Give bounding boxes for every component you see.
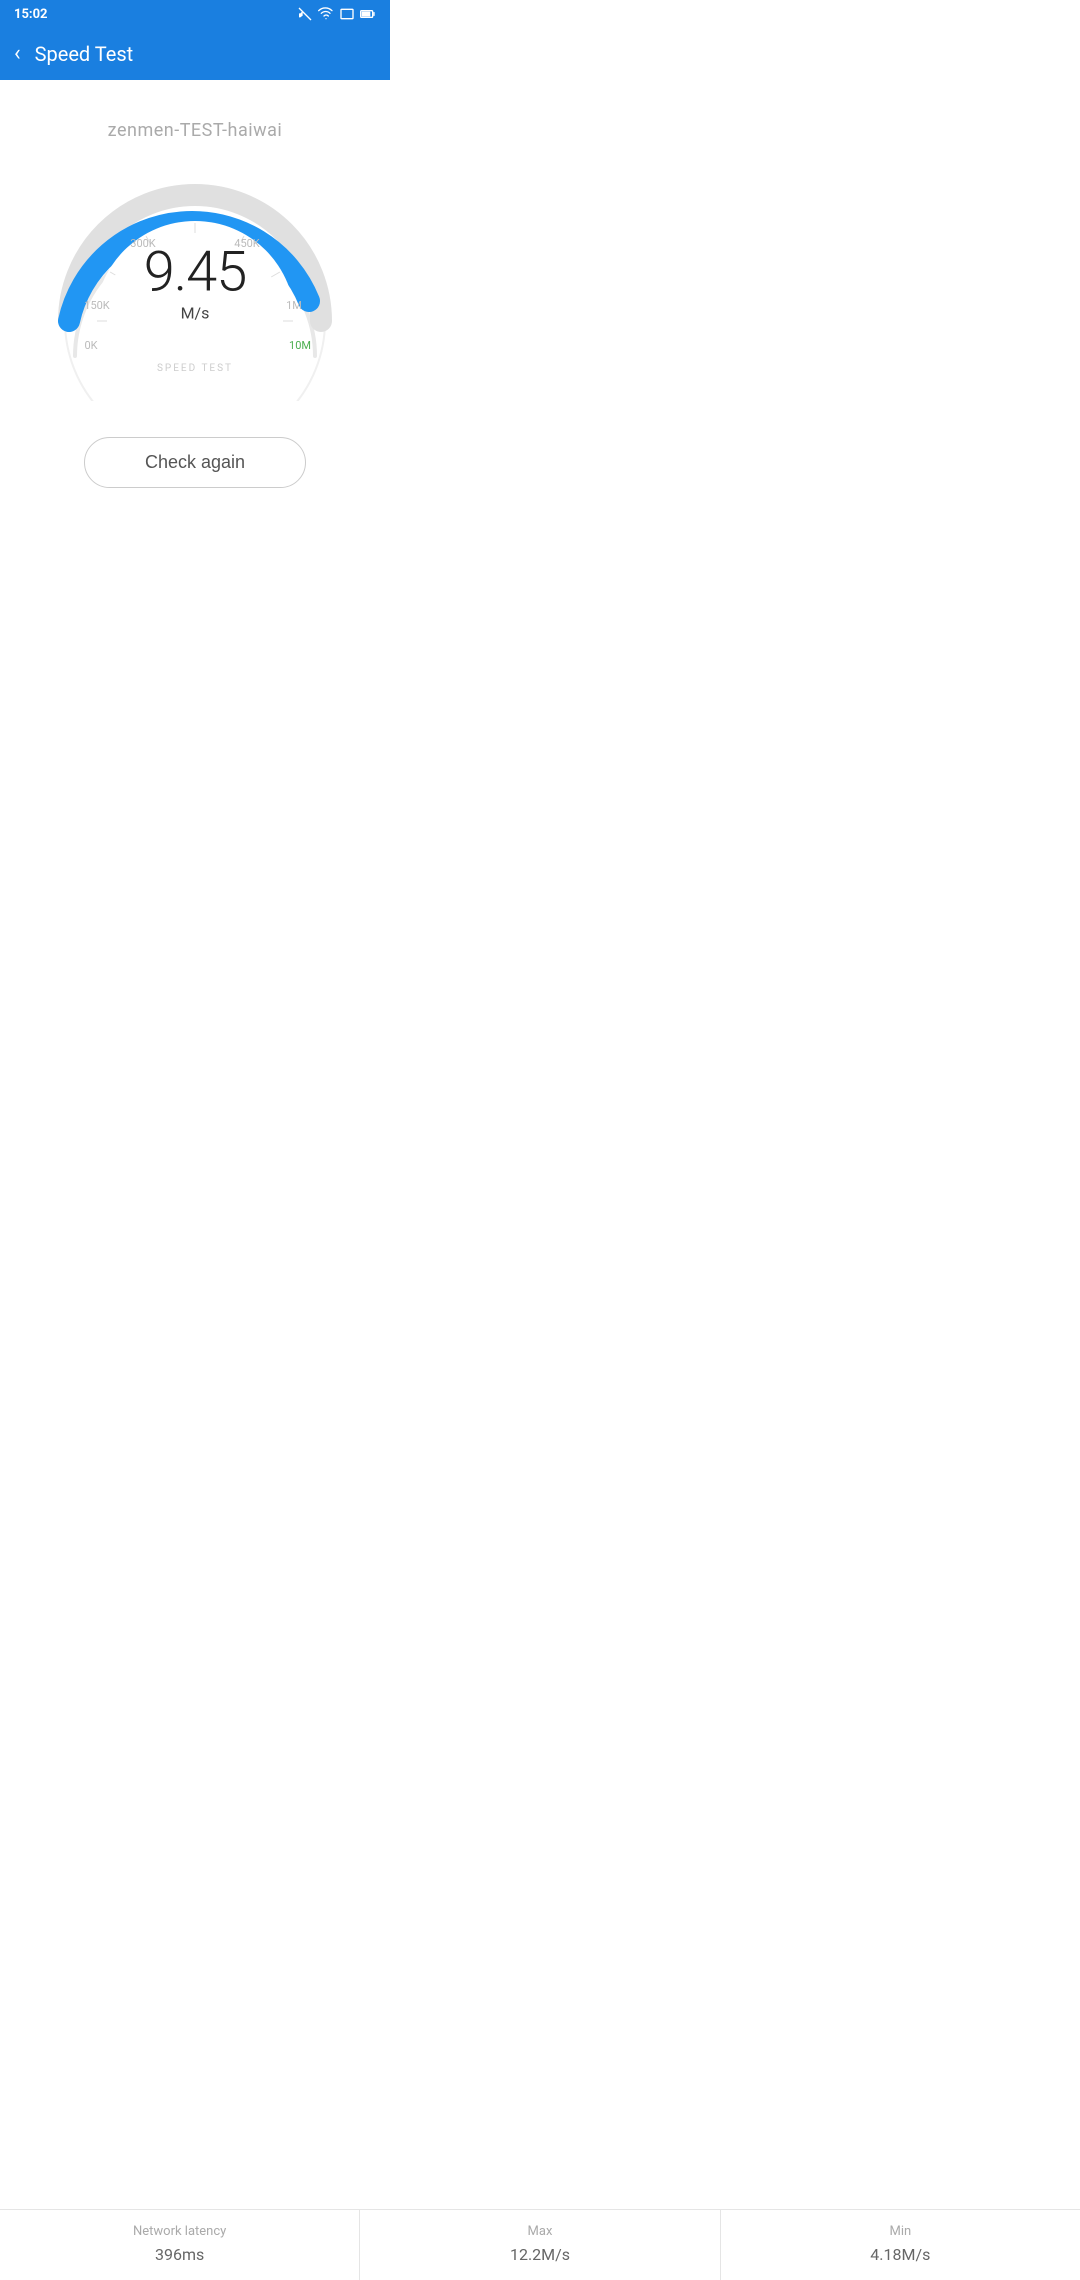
svg-text:1M: 1M	[286, 299, 302, 312]
stats-section: Network latency 396ms Max 12.2M/s Min 4.…	[0, 2209, 1080, 2280]
svg-text:SPEED TEST: SPEED TEST	[157, 363, 233, 374]
svg-text:0K: 0K	[84, 339, 97, 352]
speed-unit: M/s	[144, 303, 247, 322]
stat-max-value: 12.2M/s	[368, 2245, 711, 2264]
check-again-button[interactable]: Check again	[84, 437, 306, 488]
stat-min-label: Min	[729, 2224, 1072, 2239]
stat-min: Min 4.18M/s	[721, 2210, 1080, 2280]
svg-text:10M: 10M	[289, 339, 311, 352]
back-button[interactable]: ‹	[14, 43, 21, 65]
speedometer: 0K 150K 300K 450K 1M 10M SPEED TEST 9.45…	[45, 171, 345, 401]
network-name: zenmen-TEST-haiwai	[108, 120, 283, 141]
stat-max-label: Max	[368, 2224, 711, 2239]
status-icons	[297, 6, 376, 22]
stat-latency-label: Network latency	[8, 2224, 351, 2239]
screen-icon	[339, 6, 355, 22]
speed-display: 9.45 M/s	[144, 243, 247, 322]
stat-latency: Network latency 396ms	[0, 2210, 360, 2280]
main-content: zenmen-TEST-haiwai	[0, 80, 390, 528]
top-bar: ‹ Speed Test	[0, 28, 390, 80]
stat-latency-value: 396ms	[8, 2245, 351, 2264]
stat-min-value: 4.18M/s	[729, 2245, 1072, 2264]
status-time: 15:02	[14, 7, 48, 22]
page-title: Speed Test	[35, 42, 134, 66]
stat-max: Max 12.2M/s	[360, 2210, 720, 2280]
svg-text:150K: 150K	[84, 299, 110, 312]
mute-icon	[297, 6, 313, 22]
wifi-icon	[318, 6, 334, 22]
battery-icon	[360, 6, 376, 22]
status-bar: 15:02	[0, 0, 390, 28]
speed-number: 9.45	[144, 243, 247, 299]
